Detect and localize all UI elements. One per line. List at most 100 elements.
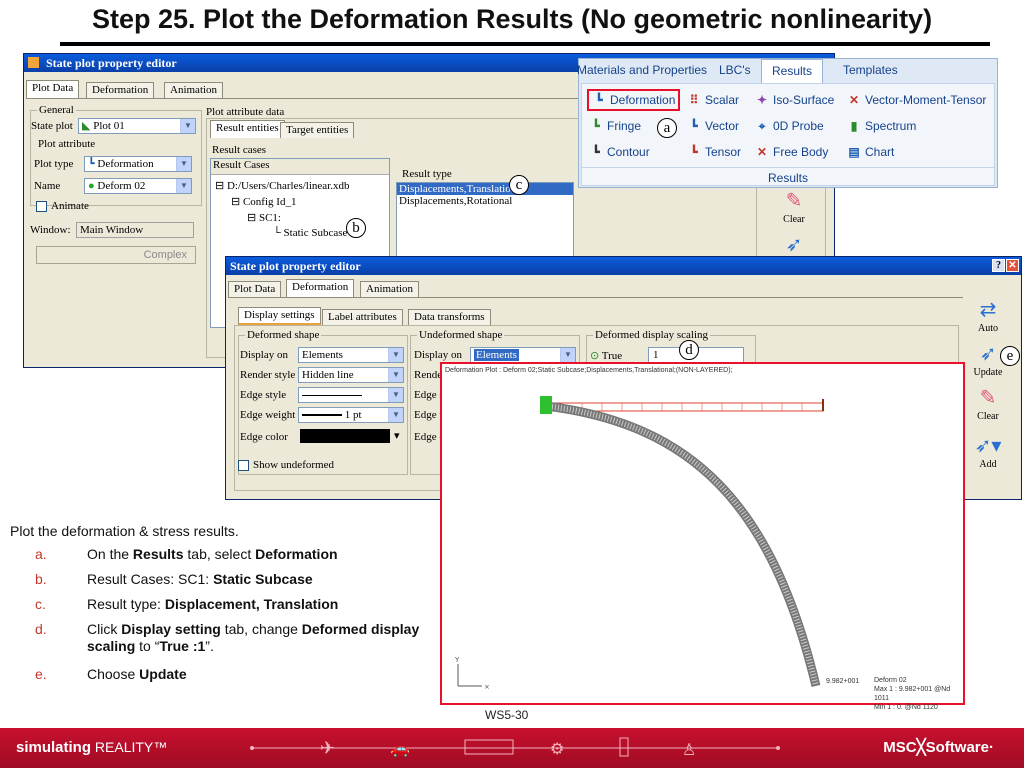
fixed-constraint-marker — [540, 396, 552, 414]
tab-deformation[interactable]: Deformation — [86, 82, 155, 98]
ribbon-scalar-label: Scalar — [705, 93, 740, 107]
window-2-titlebar[interactable]: State plot property editor ? ✕ — [226, 257, 1021, 275]
render-style-select[interactable]: Hidden line ▼ — [298, 367, 404, 383]
name-select[interactable]: ● Deform 02 ▼ — [84, 178, 192, 194]
deformation-plot-viewport[interactable]: Deformation Plot : Deform 02;Static Subc… — [440, 362, 965, 711]
edge-color-swatch[interactable] — [300, 429, 390, 443]
color-dropdown-icon[interactable]: ▾ — [394, 429, 400, 442]
ribbon-tab-materials[interactable]: Materials and Properties — [577, 63, 707, 77]
results-ribbon: Materials and Properties LBC's Results T… — [577, 58, 998, 188]
update-label: Update — [973, 367, 1003, 378]
step-d-bold: True :1 — [159, 638, 206, 654]
svg-text:🚗: 🚗 — [390, 739, 410, 758]
ribbon-free-body-button[interactable]: ✕ Free Body — [755, 145, 828, 159]
window-field[interactable]: Main Window — [76, 222, 194, 238]
subtab-display-settings[interactable]: Display settings — [238, 307, 321, 325]
ribbon-chart-button[interactable]: ▤ Chart — [847, 145, 894, 159]
complex-button[interactable]: Complex — [36, 246, 196, 264]
chevron-down-icon: ▼ — [388, 388, 403, 402]
display-on-select[interactable]: Elements ▼ — [298, 347, 404, 363]
chart-icon: ▤ — [848, 145, 860, 159]
step-d-text: Click Display setting tab, change Deform… — [87, 621, 435, 655]
edge-weight-value: 1 pt — [344, 409, 362, 421]
plot-type-value: Deformation — [97, 158, 154, 170]
footer-bar: simulating REALITY™ ✈ 🚗 ⚙ ♙ MSC╳Software… — [0, 728, 1024, 768]
clear-label-top: Clear — [783, 214, 805, 225]
step-d-part: tab, change — [220, 621, 302, 637]
ribbon-spectrum-button[interactable]: ▮ Spectrum — [847, 119, 917, 133]
line-weight-swatch — [302, 414, 342, 417]
undeformed-render-label: Rende — [414, 369, 443, 381]
deformed-scaling-label: Deformed display scaling — [593, 329, 711, 341]
chevron-down-icon: ▼ — [176, 179, 191, 193]
subtab-data-transforms[interactable]: Data transforms — [408, 309, 491, 325]
result-cases-header: Result Cases — [211, 159, 389, 175]
add-button-top[interactable]: ➶ — [772, 232, 816, 258]
ribbon-tensor-button[interactable]: ┗ Tensor — [687, 145, 741, 159]
edge-style-select[interactable]: ▼ — [298, 387, 404, 403]
ribbon-group-label: Results — [581, 167, 995, 185]
state-plot-label: State plot — [31, 120, 73, 132]
ribbon-deformation-button[interactable]: ┗ Deformation — [587, 89, 681, 111]
name-value: Deform 02 — [97, 180, 146, 192]
contour-icon: ┗ — [592, 145, 600, 159]
step-d-bold: Display setting — [121, 621, 221, 637]
ribbon-scalar-button[interactable]: ⠿ Scalar — [687, 93, 739, 107]
animate-checkbox[interactable]: Animate — [36, 200, 89, 212]
ribbon-iso-surface-button[interactable]: ✦ Iso-Surface — [755, 93, 834, 107]
ribbon-contour-button[interactable]: ┗ Contour — [589, 145, 649, 159]
show-undeformed-checkbox[interactable]: Show undeformed — [238, 459, 334, 471]
tip-value-label: 9.982+001 — [826, 678, 860, 685]
step-a-bold: Results — [132, 546, 184, 562]
clear-button[interactable]: ✎ Clear — [966, 385, 1010, 422]
auto-label: Auto — [978, 323, 998, 334]
step-a-text: On the Results tab, select Deformation — [87, 546, 435, 563]
undeformed-display-on-value: Elements — [474, 349, 519, 361]
tab2-divider — [228, 297, 963, 298]
clear-button-top[interactable]: ✎ Clear — [772, 188, 816, 225]
subtab-result-entities[interactable]: Result entities — [210, 120, 285, 138]
help-icon[interactable]: ? — [992, 259, 1005, 272]
ribbon-vmt-label: Vector-Moment-Tensor — [865, 93, 987, 107]
tab-plot-data[interactable]: Plot Data — [26, 80, 80, 98]
show-undeformed-label: Show undeformed — [253, 459, 334, 471]
subtab-target-entities[interactable]: Target entities — [280, 122, 355, 138]
step-c-part: Result type: — [87, 596, 165, 612]
ribbon-vector-moment-tensor-button[interactable]: ✕ Vector-Moment-Tensor — [847, 93, 986, 107]
tree-node-config[interactable]: ⊟ Config Id_1 — [231, 195, 296, 208]
undeformed-display-on-select[interactable]: Elements ▼ — [470, 347, 576, 363]
close-icon[interactable]: ✕ — [1006, 259, 1019, 272]
tab-animation[interactable]: Animation — [164, 82, 224, 98]
iso-surface-icon: ✦ — [756, 93, 768, 107]
result-type-item-rotational[interactable]: Displacements,Rotational — [397, 195, 573, 207]
step-c-text: Result type: Displacement, Translation — [87, 596, 435, 613]
tab2-plot-data[interactable]: Plot Data — [228, 281, 282, 297]
auto-button[interactable]: ⇄ Auto — [966, 297, 1010, 334]
tree-node-sc1[interactable]: ⊟ SC1: — [247, 211, 281, 224]
callout-d: d — [679, 340, 699, 360]
tree-node-file[interactable]: ⊟ D:/Users/Charles/linear.xdb — [215, 179, 349, 192]
radio-selected-icon: ⊙ — [590, 350, 600, 362]
tree-node-static-subcase[interactable]: └ Static Subcase — [273, 227, 347, 239]
true-radio[interactable]: ⊙ True — [590, 349, 622, 362]
subtab-label-attributes[interactable]: Label attributes — [322, 309, 403, 325]
plot-type-select[interactable]: ┗ Deformation ▼ — [84, 156, 192, 172]
tab2-deformation[interactable]: Deformation — [286, 279, 355, 297]
state-plot-select[interactable]: ◣ Plot 01 ▼ — [78, 118, 196, 134]
step-e-marker: e. — [35, 666, 47, 682]
ribbon-vector-button[interactable]: ┗ Vector — [687, 119, 739, 133]
result-type-item-translational[interactable]: Displacements,Translational — [397, 183, 573, 195]
ribbon-tab-lbcs[interactable]: LBC's — [719, 63, 751, 77]
legend-min: Min 1 : 0. @Nd 1120 — [874, 704, 938, 711]
svg-text:⚙: ⚙ — [550, 739, 564, 758]
tab2-animation[interactable]: Animation — [360, 281, 420, 297]
add-button[interactable]: ➶▾ Add — [966, 433, 1010, 470]
edge-weight-select[interactable]: 1 pt ▼ — [298, 407, 404, 423]
ribbon-tab-templates[interactable]: Templates — [843, 63, 898, 77]
ribbon-0d-probe-button[interactable]: ⌖ 0D Probe — [755, 119, 824, 134]
clear-label: Clear — [977, 411, 999, 422]
ribbon-tab-results[interactable]: Results — [761, 59, 824, 84]
ribbon-fringe-button[interactable]: ┗ Fringe — [589, 119, 641, 133]
step-d-marker: d. — [35, 621, 47, 637]
eraser-icon: ✎ — [979, 387, 997, 409]
